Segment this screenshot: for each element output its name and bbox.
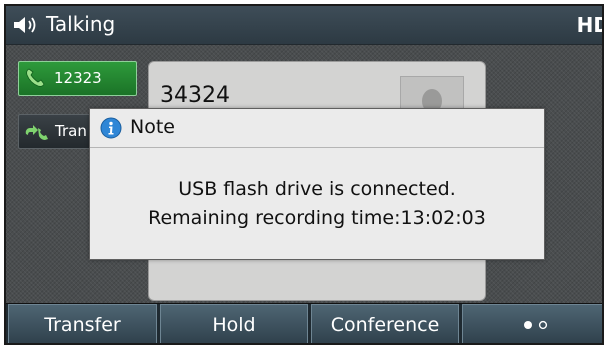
note-header: Note <box>90 109 544 148</box>
page-dots-icon <box>524 320 548 330</box>
note-message-line-2: Remaining recording time:13:02:03 <box>148 207 486 229</box>
call-line-number: 12323 <box>54 69 102 87</box>
transfer-softkey[interactable]: Transfer <box>8 304 157 343</box>
conference-softkey[interactable]: Conference <box>311 304 459 343</box>
call-line-label: Tran <box>55 122 87 140</box>
note-title: Note <box>130 116 175 138</box>
note-dialog: Note USB flash drive is connected. Remai… <box>89 108 545 260</box>
softkey-bar: Transfer Hold Conference <box>6 303 602 343</box>
call-status-text: Talking <box>46 12 116 36</box>
note-message-line-1: USB flash drive is connected. <box>178 178 456 200</box>
transfer-icon <box>25 125 48 140</box>
info-icon <box>100 117 122 139</box>
call-line-transfer[interactable]: Tran <box>18 114 100 149</box>
hold-softkey[interactable]: Hold <box>160 304 308 343</box>
hd-badge: HD <box>576 13 602 37</box>
phone-icon <box>26 68 45 87</box>
phone-screen: Talking HD 12323 Tran 34324 <box>4 4 604 345</box>
more-softkey[interactable] <box>462 304 602 343</box>
speaker-icon <box>14 17 36 33</box>
call-line-active[interactable]: 12323 <box>18 61 137 96</box>
contact-number: 34324 <box>160 83 230 108</box>
status-bar: Talking HD <box>6 6 602 45</box>
